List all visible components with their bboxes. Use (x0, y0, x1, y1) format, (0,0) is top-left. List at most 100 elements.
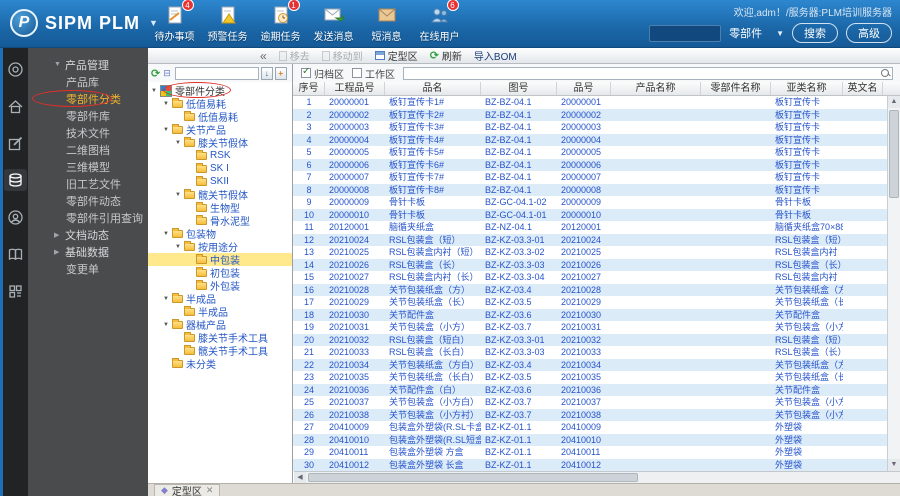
tree-node-6[interactable]: SK I (148, 162, 292, 175)
vertical-scrollbar[interactable]: ▲ ▼ (887, 96, 900, 471)
search-icon[interactable] (881, 68, 890, 78)
column-header-5[interactable]: 产品名称 (611, 82, 701, 95)
edit-icon[interactable] (4, 132, 27, 154)
column-header-6[interactable]: 零部件名称 (701, 82, 771, 95)
sidebar-item-1[interactable]: 产品库 (28, 73, 148, 90)
support-icon[interactable] (4, 206, 27, 228)
table-row[interactable]: 5 20000005 板钉宣传卡5# BZ-BZ-04.1 20000005 板钉宣传卡 (293, 146, 900, 159)
table-row[interactable]: 4 20000004 板钉宣传卡4# BZ-BZ-04.1 20000004 板钉宣传卡 (293, 133, 900, 146)
column-header-7[interactable]: 亚类名称 (771, 82, 843, 95)
table-row[interactable]: 2 20000002 板钉宣传卡2# BZ-BZ-04.1 20000002 板钉宣传卡 (293, 108, 900, 121)
sidebar-item-7[interactable]: 旧工艺文件 (28, 175, 148, 192)
archive-zone-checkbox[interactable] (301, 66, 311, 78)
toolbar-item-todo[interactable]: 4 待办事项 (148, 0, 201, 43)
table-row[interactable]: 13 20210025 RSL包装盒内衬（短） BZ-KZ-03.3-02 202100… (293, 246, 900, 259)
scroll-up-icon[interactable]: ▲ (888, 96, 900, 108)
scroll-left-icon[interactable]: ◀ (294, 472, 306, 483)
tab-finalize-zone[interactable]: ◆ 定型区 ✕ (154, 484, 221, 496)
tree-locate-button[interactable]: ↓ (260, 66, 273, 80)
global-search-input[interactable] (649, 24, 722, 42)
vertical-scroll-thumb[interactable] (889, 110, 899, 198)
table-row[interactable]: 25 20210037 关节包装盒（小方白） BZ-KZ-03.7 20210037 关节… (293, 396, 900, 409)
column-header-8[interactable]: 英文名 (843, 82, 883, 95)
table-row[interactable]: 12 20210024 RSL包装盒（短） BZ-KZ-03.3-01 20210024… (293, 233, 900, 246)
tree-node-21[interactable]: 未分类 (148, 357, 292, 371)
table-row[interactable]: 27 20410009 包装盒外塑袋(R.SL卡盒) BZ-KZ-01.1 204100… (293, 421, 900, 434)
close-icon[interactable]: ✕ (206, 485, 214, 496)
sidebar-item-12[interactable]: 变更单 (28, 260, 148, 277)
table-row[interactable]: 29 20410011 包装盒外塑袋 方盒 BZ-KZ-01.1 20410011 外塑袋 (293, 446, 900, 459)
table-row[interactable]: 15 20210027 RSL包装盒内衬（长） BZ-KZ-03.3-04 202100… (293, 271, 900, 284)
horizontal-scrollbar[interactable]: ◀ (294, 471, 900, 483)
database-icon[interactable] (4, 169, 27, 191)
table-row[interactable]: 9 20000009 骨针卡板 BZ-GC-04.1-02 20000009 骨针卡板 (293, 196, 900, 209)
sidebar-item-2[interactable]: 零部件分类 (28, 90, 148, 107)
search-type-dropdown[interactable]: 零部件 ▼ (729, 25, 784, 41)
table-row[interactable]: 28 20410010 包装盒外塑袋(R.SL短盒) BZ-KZ-01.1 204100… (293, 433, 900, 446)
sidebar-item-8[interactable]: 零部件动态 (28, 192, 148, 209)
toolbar-item-overdue-tasks[interactable]: 1 逾期任务 (254, 0, 307, 43)
column-header-3[interactable]: 图号 (481, 82, 557, 95)
table-row[interactable]: 16 20210028 关节包装纸盒（方） BZ-KZ-03.4 20210028 关节包… (293, 283, 900, 296)
column-header-4[interactable]: 品号 (557, 82, 611, 95)
sidebar-item-0[interactable]: ▼ 产品管理 (28, 56, 148, 73)
remove-button[interactable]: 移去 (278, 48, 310, 63)
finalize-zone-button[interactable]: 定型区 (374, 48, 418, 63)
tree-collapse-all-icon[interactable]: ⊟ (163, 68, 171, 79)
home-icon[interactable] (4, 95, 27, 117)
advanced-search-button[interactable]: 高级 (846, 23, 892, 43)
sidebar-item-9[interactable]: 零部件引用查询 (28, 209, 148, 226)
sidebar-item-5[interactable]: 二维图档 (28, 141, 148, 158)
table-row[interactable]: 19 20210031 关节包装盒（小方） BZ-KZ-03.7 20210031 关节包… (293, 321, 900, 334)
sidebar-item-6[interactable]: 三维模型 (28, 158, 148, 175)
table-row[interactable]: 18 20210030 关节配件盒 BZ-KZ-03.6 20210030 关节配件盒 (293, 308, 900, 321)
book-icon[interactable] (4, 243, 27, 265)
qrcode-icon[interactable] (4, 280, 27, 302)
tree-node-15[interactable]: 外包装 (148, 279, 292, 293)
table-row[interactable]: 24 20210036 关节配件盒（白） BZ-KZ-03.6 20210036 关节配件… (293, 383, 900, 396)
table-row[interactable]: 26 20210038 关节包装盒（小方衬） BZ-KZ-03.7 20210038 关节… (293, 408, 900, 421)
tree-filter-input[interactable] (174, 66, 259, 80)
collapse-tree-icon[interactable]: « (260, 50, 267, 62)
table-row[interactable]: 23 20210035 关节包装纸盒（长白） BZ-KZ-03.5 20210035 关节… (293, 371, 900, 384)
refresh-button[interactable]: ⟳ 刷新 (430, 48, 462, 63)
table-row[interactable]: 20 20210032 RSL包装盒（短白） BZ-KZ-03.3-01 2021003… (293, 333, 900, 346)
tree-add-button[interactable]: + (274, 66, 287, 80)
move-to-button[interactable]: 移动到 (321, 48, 363, 63)
table-row[interactable]: 21 20210033 RSL包装盒（长白） BZ-KZ-03.3-03 2021003… (293, 346, 900, 359)
tree-node-4[interactable]: ▼ 膝关节假体 (148, 136, 292, 150)
table-filter-input[interactable] (403, 66, 893, 80)
tree-refresh-icon[interactable]: ⟳ (151, 67, 160, 80)
horizontal-scroll-thumb[interactable] (308, 473, 638, 482)
table-row[interactable]: 10 20000010 骨针卡板 BZ-GC-04.1-01 20000010 骨针卡板 (293, 208, 900, 221)
sidebar-item-4[interactable]: 技术文件 (28, 124, 148, 141)
search-button[interactable]: 搜索 (792, 23, 838, 43)
table-row[interactable]: 11 20120001 脑循夹纸盒 BZ-NZ-04.1 20120001 脑循夹纸盒70… (293, 221, 900, 234)
work-zone-checkbox[interactable] (352, 68, 362, 78)
sidebar-item-3[interactable]: 零部件库 (28, 107, 148, 124)
column-header-0[interactable]: 序号 (293, 82, 325, 95)
table-row[interactable]: 22 20210034 关节包装纸盒（方白） BZ-KZ-03.4 20210034 关节… (293, 358, 900, 371)
toolbar-item-send-message[interactable]: 发送消息 (307, 3, 360, 43)
scroll-down-icon[interactable]: ▼ (888, 459, 900, 471)
sidebar-item-11[interactable]: ▶ 基础数据 (28, 243, 148, 260)
table-row[interactable]: 6 20000006 板钉宣传卡6# BZ-BZ-04.1 20000006 板钉宣传卡 (293, 158, 900, 171)
tree-node-20[interactable]: 髋关节手术工具 (148, 344, 292, 358)
toolbar-item-short-message[interactable]: 短消息 (360, 3, 413, 43)
table-row[interactable]: 17 20210029 关节包装纸盒（长） BZ-KZ-03.5 20210029 关节包… (293, 296, 900, 309)
column-header-2[interactable]: 品名 (385, 82, 481, 95)
toolbar-item-online-users[interactable]: 6 在线用户 (413, 0, 466, 43)
table-row[interactable]: 1 20000001 板钉宣传卡1# BZ-BZ-04.1 20000001 板钉宣传卡 (293, 96, 900, 109)
table-row[interactable]: 3 20000003 板钉宣传卡3# BZ-BZ-04.1 20000003 板钉宣传卡 (293, 121, 900, 134)
table-row[interactable]: 7 20000007 板钉宣传卡7# BZ-BZ-04.1 20000007 板钉宣传卡 (293, 171, 900, 184)
table-row[interactable]: 8 20000008 板钉宣传卡8# BZ-BZ-04.1 20000008 板钉宣传卡 (293, 183, 900, 196)
seal-icon[interactable] (4, 58, 27, 80)
app-logo[interactable]: P SIPM PLM ▼ (10, 9, 158, 37)
import-bom-button[interactable]: 导入BOM (474, 48, 517, 63)
column-header-1[interactable]: 工程品号 (325, 82, 385, 95)
toolbar-item-warning-tasks[interactable]: 预警任务 (201, 3, 254, 43)
table-row[interactable]: 30 20410012 包装盒外塑袋 长盒 BZ-KZ-01.1 20410012 外塑袋 (293, 458, 900, 471)
table-row[interactable]: 14 20210026 RSL包装盒（长） BZ-KZ-03.3-03 20210026… (293, 258, 900, 271)
tree-node-5[interactable]: RSK (148, 149, 292, 162)
sidebar-item-10[interactable]: ▶ 文档动态 (28, 226, 148, 243)
